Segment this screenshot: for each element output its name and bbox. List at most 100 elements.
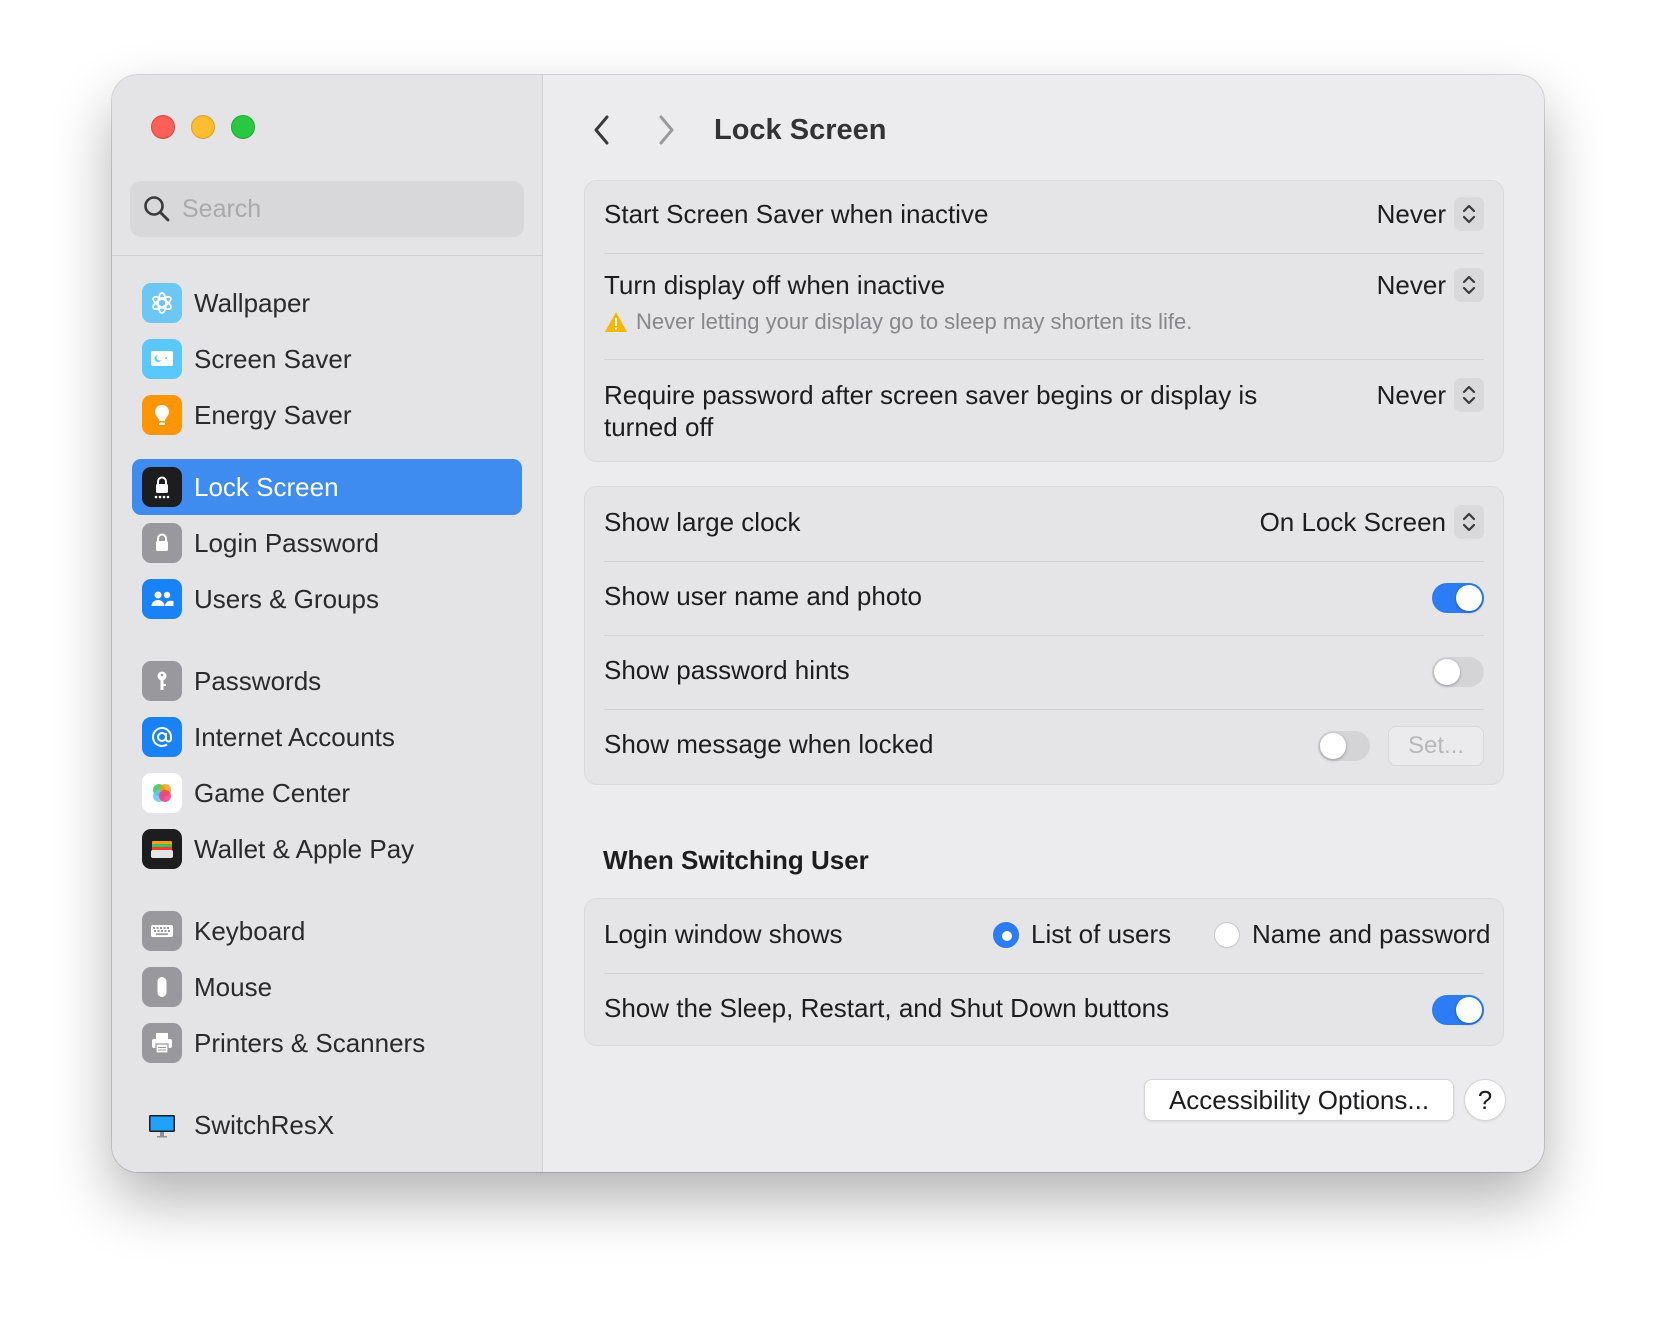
passwords-icon [142,661,182,701]
lock-screen-display-group: Show large clock On Lock Screen Show use… [584,486,1504,785]
search-field[interactable] [130,181,524,237]
mouse-icon [142,967,182,1007]
login-window-row: Login window shows List of users Name an… [604,899,1490,973]
message-locked-toggle[interactable] [1318,731,1370,761]
display-warning: Never letting your display go to sleep m… [604,309,1192,335]
sidebar-item-lock-screen[interactable]: Lock Screen [132,459,522,515]
sidebar-item-label: SwitchResX [194,1109,335,1140]
display-off-value: Never [1376,269,1446,300]
radio-label: Name and password [1252,919,1491,949]
sidebar-item-game-center[interactable]: Game Center [132,765,522,821]
sidebar-item-label: Energy Saver [194,399,352,430]
toolbar: Lock Screen [584,105,886,155]
sidebar-item-printers[interactable]: Printers & Scanners [132,1015,522,1071]
display-off-row: Turn display off when inactive Never let… [604,253,1484,359]
chevron-left-icon [594,115,609,145]
forward-button[interactable] [648,107,684,153]
sidebar-item-mouse[interactable]: Mouse [132,959,522,1015]
sidebar-item-keyboard[interactable]: Keyboard [132,903,522,959]
stepper-icon [1454,268,1484,302]
warning-icon [605,312,627,332]
sidebar-item-label: Printers & Scanners [194,1027,426,1058]
back-button[interactable] [584,107,620,153]
require-password-popup[interactable]: Never [1377,378,1484,412]
zoom-button[interactable] [231,115,255,139]
require-password-row: Require password after screen saver begi… [604,359,1484,463]
settings-window: Wallpaper Screen Saver Energy Saver Lock… [112,75,1544,1172]
search-icon [144,196,170,222]
sleep-buttons-label: Show the Sleep, Restart, and Shut Down b… [604,993,1170,1023]
sidebar-item-internet-accounts[interactable]: Internet Accounts [132,709,522,765]
sidebar-item-wallpaper[interactable]: Wallpaper [132,275,522,331]
radio-button [993,921,1019,948]
search-input[interactable] [182,194,502,224]
require-password-label: Require password after screen saver begi… [604,380,1258,442]
toggle-knob [1456,585,1482,611]
wallet-icon [142,829,182,869]
accessibility-options-button[interactable]: Accessibility Options... [1144,1079,1454,1121]
energy-saver-icon [142,395,182,435]
sidebar-item-label: Screen Saver [194,343,352,374]
help-button[interactable]: ? [1464,1079,1506,1121]
chevron-right-icon [659,115,674,145]
large-clock-popup[interactable]: On Lock Screen [1260,505,1484,539]
sidebar-item-screen-saver[interactable]: Screen Saver [132,331,522,387]
large-clock-row: Show large clock On Lock Screen [604,487,1484,561]
set-message-button[interactable]: Set... [1388,726,1484,766]
display-off-label: Turn display off when inactive [604,270,946,300]
display-off-popup[interactable]: Never [1377,268,1484,302]
sidebar-item-label: Lock Screen [194,471,339,502]
sidebar: Wallpaper Screen Saver Energy Saver Lock… [112,75,543,1172]
password-hints-label: Show password hints [604,655,850,685]
sidebar-item-passwords[interactable]: Passwords [132,653,522,709]
sidebar-item-wallet[interactable]: Wallet & Apple Pay [132,821,522,877]
wallpaper-icon [142,283,182,323]
login-password-icon [142,523,182,563]
radio-button [1214,921,1240,948]
password-hints-row: Show password hints [604,635,1484,709]
screen-saver-popup[interactable]: Never [1377,197,1484,231]
switching-user-heading: When Switching User [603,845,869,875]
main-pane: Lock Screen Start Screen Saver when inac… [544,75,1544,1172]
minimize-button[interactable] [191,115,215,139]
inactivity-settings-group: Start Screen Saver when inactive Never T… [584,180,1504,462]
radio-list-of-users[interactable]: List of users [993,919,1171,950]
toggle-knob [1456,997,1482,1023]
screen-saver-label: Start Screen Saver when inactive [604,199,989,229]
page-title: Lock Screen [714,113,887,146]
sidebar-item-login-password[interactable]: Login Password [132,515,522,571]
screen-saver-value: Never [1376,198,1446,229]
game-center-icon [142,773,182,813]
large-clock-value: On Lock Screen [1259,506,1446,537]
stepper-icon [1454,378,1484,412]
user-name-photo-label: Show user name and photo [604,581,922,611]
sidebar-item-label: Wallpaper [194,287,311,318]
stepper-icon [1454,197,1484,231]
sidebar-item-label: Users & Groups [194,583,379,614]
sidebar-item-energy-saver[interactable]: Energy Saver [132,387,522,443]
switchresx-icon [142,1105,182,1145]
sleep-buttons-toggle[interactable] [1432,995,1484,1025]
sidebar-item-label: Game Center [194,777,351,808]
require-password-value: Never [1376,379,1446,410]
toggle-knob [1320,733,1346,759]
screen-saver-row: Start Screen Saver when inactive Never [604,181,1484,253]
sleep-buttons-row: Show the Sleep, Restart, and Shut Down b… [604,973,1484,1047]
display-warning-text: Never letting your display go to sleep m… [636,309,1193,334]
sidebar-divider [112,255,543,256]
switching-user-group: Login window shows List of users Name an… [584,898,1504,1046]
lock-screen-icon [142,467,182,507]
user-name-photo-toggle[interactable] [1432,583,1484,613]
printer-icon [142,1023,182,1063]
user-name-photo-row: Show user name and photo [604,561,1484,635]
password-hints-toggle[interactable] [1432,657,1484,687]
large-clock-label: Show large clock [604,507,801,537]
sidebar-item-label: Keyboard [194,915,306,946]
radio-label: List of users [1031,919,1172,949]
close-button[interactable] [151,115,175,139]
sidebar-item-users-groups[interactable]: Users & Groups [132,571,522,627]
sidebar-item-switchresx[interactable]: SwitchResX [132,1097,522,1153]
radio-name-and-password[interactable]: Name and password [1214,919,1490,950]
message-locked-row: Show message when locked Set... [604,709,1484,785]
message-locked-label: Show message when locked [604,729,934,759]
